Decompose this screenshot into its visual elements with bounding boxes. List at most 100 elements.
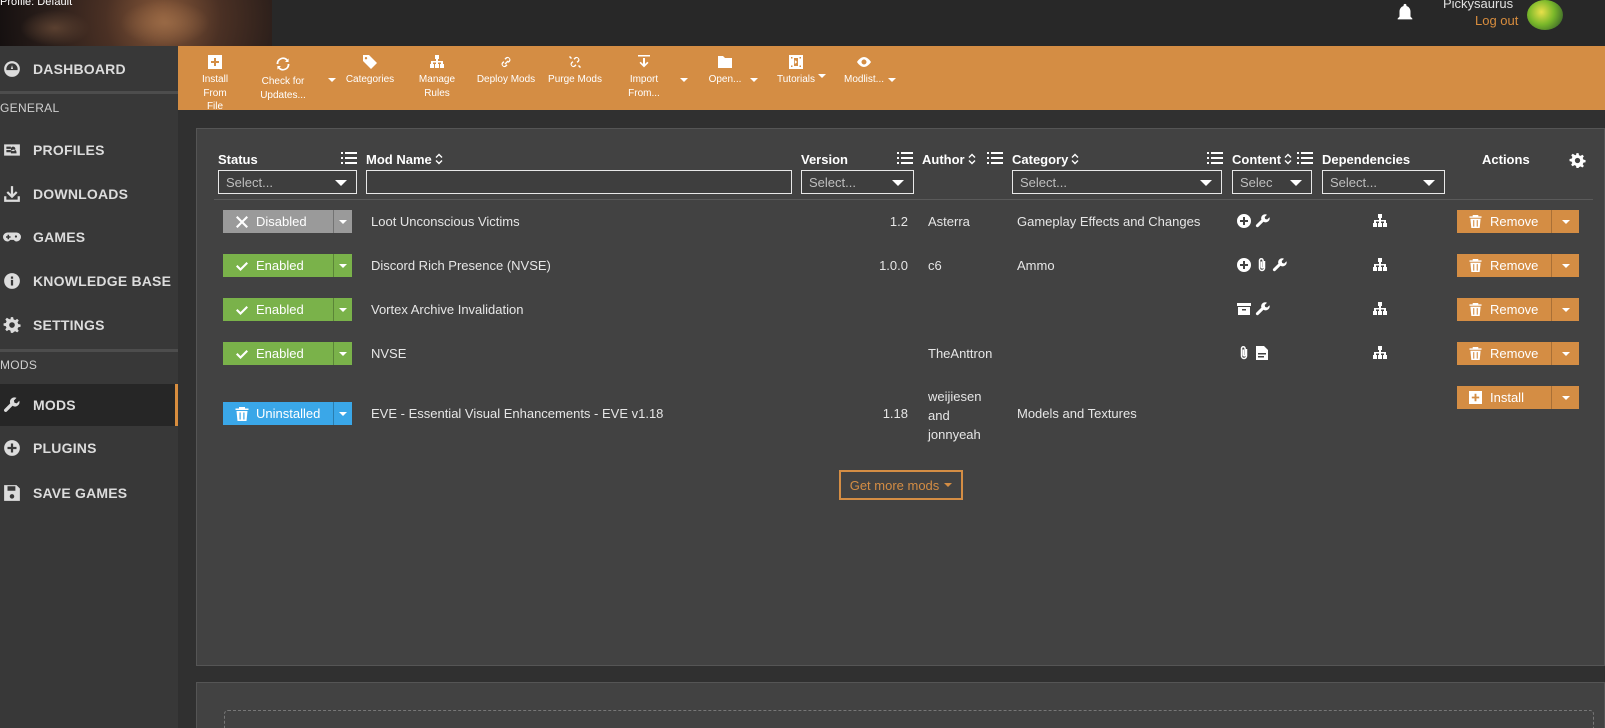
mod-name[interactable]: Loot Unconscious Victims [371, 214, 520, 229]
status-dropdown[interactable] [333, 210, 352, 233]
unlink-icon [569, 56, 581, 68]
get-more-label: Get more mods [849, 477, 940, 493]
sidebar-item-mods[interactable]: MODS [0, 384, 178, 426]
sort-icon[interactable] [1071, 153, 1079, 165]
chevron-down-icon[interactable] [328, 78, 336, 82]
sidebar-item-settings[interactable]: SETTINGS [0, 304, 178, 346]
top-bar: Profile: Default Pickysaurus Log out [0, 0, 1605, 46]
chevron-down-icon[interactable] [888, 78, 896, 82]
logout-link[interactable]: Log out [1475, 13, 1518, 28]
remove-button[interactable]: Remove [1457, 298, 1551, 321]
status-toggle[interactable]: Enabled [223, 298, 333, 321]
sidebar-item-dashboard[interactable]: DASHBOARD [0, 48, 178, 90]
status-toggle[interactable]: Uninstalled [223, 402, 333, 425]
sidebar: DASHBOARD GENERAL PROFILES DOWNLOADS GAM… [0, 46, 178, 728]
plus-square-icon [1469, 391, 1482, 404]
sidebar-item-knowledge-base[interactable]: KNOWLEDGE BASE [0, 260, 178, 302]
sidebar-item-save-games[interactable]: SAVE GAMES [0, 472, 178, 514]
modlist-button[interactable]: Modlist... [842, 54, 886, 87]
list-icon[interactable] [1207, 151, 1223, 165]
mod-name[interactable]: Discord Rich Presence (NVSE) [371, 258, 551, 273]
remove-button[interactable]: Remove [1457, 254, 1551, 277]
action-label: Remove [1490, 346, 1539, 361]
sidebar-item-label: DOWNLOADS [33, 186, 129, 202]
deploy-mods-button[interactable]: Deploy Mods [474, 54, 538, 87]
status-dropdown[interactable] [333, 402, 352, 425]
list-icon[interactable] [341, 151, 357, 165]
sitemap-icon[interactable] [1372, 301, 1388, 317]
drop-zone[interactable] [224, 710, 1594, 728]
chevron-down-icon[interactable] [818, 74, 826, 78]
manage-rules-button[interactable]: Manage Rules [414, 54, 460, 100]
chevron-down-icon[interactable] [750, 78, 758, 82]
status-dropdown[interactable] [333, 254, 352, 277]
open-button[interactable]: Open... [708, 54, 742, 87]
action-dropdown[interactable] [1551, 210, 1579, 233]
divider [0, 91, 178, 94]
action-dropdown[interactable] [1551, 342, 1579, 365]
toolbar-label: Import [629, 74, 659, 85]
column-header-dependencies[interactable]: Dependencies [1322, 152, 1410, 167]
sidebar-item-label: SAVE GAMES [33, 485, 128, 501]
action-dropdown[interactable] [1551, 254, 1579, 277]
sidebar-item-label: PROFILES [33, 142, 105, 158]
status-dropdown[interactable] [333, 298, 352, 321]
mod-name[interactable]: NVSE [371, 346, 406, 361]
gear-icon[interactable] [1569, 152, 1586, 169]
plus-square-icon [208, 55, 222, 69]
trash-icon [1469, 347, 1482, 360]
status-label: Enabled [256, 346, 304, 361]
sitemap-icon[interactable] [1372, 213, 1388, 229]
column-header-category[interactable]: Category [1012, 152, 1079, 167]
install-from-file-button[interactable]: Install From File [190, 54, 240, 114]
sidebar-item-plugins[interactable]: PLUGINS [0, 427, 178, 469]
column-header-mod-name[interactable]: Mod Name [366, 152, 443, 167]
status-dropdown[interactable] [333, 342, 352, 365]
import-from-button[interactable]: Import From... [624, 54, 664, 100]
status-toggle[interactable]: Enabled [223, 342, 333, 365]
sitemap-icon[interactable] [1372, 345, 1388, 361]
version-filter-select[interactable]: Select... [801, 170, 914, 194]
filter-value: Select... [809, 175, 856, 190]
status-filter-select[interactable]: Select... [218, 170, 357, 194]
sidebar-item-profiles[interactable]: PROFILES [0, 129, 178, 171]
action-dropdown[interactable] [1551, 386, 1579, 409]
sort-icon[interactable] [435, 153, 443, 165]
chevron-down-icon [339, 351, 347, 356]
remove-button[interactable]: Remove [1457, 342, 1551, 365]
sidebar-item-games[interactable]: GAMES [0, 216, 178, 258]
column-header-version[interactable]: Version [801, 152, 848, 167]
sidebar-item-downloads[interactable]: DOWNLOADS [0, 173, 178, 215]
sort-icon[interactable] [968, 153, 976, 165]
remove-button[interactable]: Remove [1457, 210, 1551, 233]
sort-icon[interactable] [1284, 153, 1292, 165]
check-for-updates-button[interactable]: Check for Updates... [258, 56, 308, 102]
chevron-down-icon[interactable] [680, 78, 688, 82]
mod-name-filter-input[interactable] [366, 170, 792, 194]
tutorials-button[interactable]: Tutorials [774, 54, 818, 87]
status-toggle[interactable]: Disabled [223, 210, 333, 233]
status-toggle[interactable]: Enabled [223, 254, 333, 277]
column-header-author[interactable]: Author [922, 152, 976, 167]
get-more-mods-button[interactable]: Get more mods [839, 470, 963, 500]
mod-author: TheAnttron [928, 346, 993, 361]
mod-name[interactable]: Vortex Archive Invalidation [371, 302, 523, 317]
sitemap-icon[interactable] [1372, 257, 1388, 273]
wrench-icon [1255, 302, 1270, 316]
mod-name[interactable]: EVE - Essential Visual Enhancements - EV… [371, 406, 663, 421]
list-icon[interactable] [987, 151, 1003, 165]
category-filter-select[interactable]: Select... [1012, 170, 1222, 194]
list-icon[interactable] [1297, 151, 1313, 165]
purge-mods-button[interactable]: Purge Mods [546, 54, 604, 87]
list-icon[interactable] [897, 151, 913, 165]
toolbar-label: Updates... [260, 89, 306, 101]
content-filter-select[interactable]: Selec [1232, 170, 1312, 194]
avatar[interactable] [1527, 0, 1563, 30]
column-header-status[interactable]: Status [218, 152, 258, 167]
dependencies-filter-select[interactable]: Select... [1322, 170, 1445, 194]
column-header-content[interactable]: Content [1232, 152, 1292, 167]
action-dropdown[interactable] [1551, 298, 1579, 321]
install-button[interactable]: Install [1457, 386, 1551, 409]
bell-icon[interactable] [1393, 2, 1417, 24]
categories-button[interactable]: Categories [342, 54, 398, 87]
